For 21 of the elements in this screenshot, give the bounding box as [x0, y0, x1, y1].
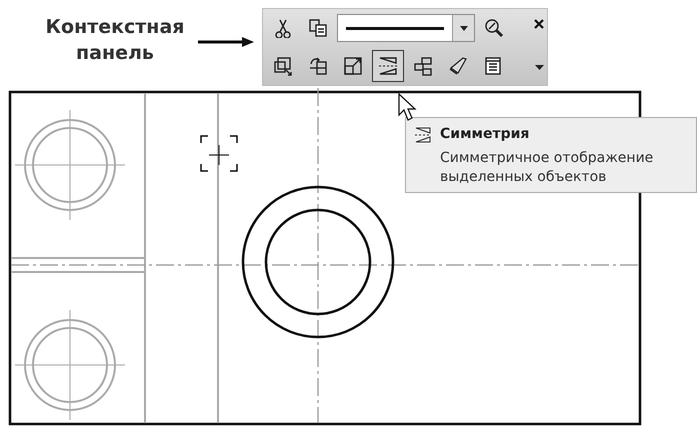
symmetry-icon [378, 56, 398, 76]
scissors-icon [273, 18, 293, 38]
rotate-icon [308, 56, 328, 76]
scale-icon [343, 56, 363, 76]
table-icon [483, 56, 503, 76]
blocks-icon [413, 56, 433, 76]
close-icon[interactable] [534, 18, 544, 29]
dropdown-caret-icon[interactable] [460, 26, 468, 30]
line-style-field[interactable] [337, 14, 475, 42]
tooltip-title: Симметрия [440, 125, 530, 144]
brush-icon [448, 56, 468, 76]
magnifier-icon [484, 18, 504, 38]
callout-label: Контекстная панель [44, 15, 186, 66]
copy-icon [308, 18, 328, 38]
crosshair-cursor-icon [200, 135, 238, 172]
symmetry-button[interactable] [372, 50, 404, 82]
more-caret-icon[interactable] [535, 65, 544, 70]
callout-arrow-icon [198, 37, 254, 47]
symmetry-icon [414, 126, 432, 144]
tooltip-description: Симметричное отображение выделенных объектов [440, 149, 654, 187]
move-icon [273, 56, 293, 76]
